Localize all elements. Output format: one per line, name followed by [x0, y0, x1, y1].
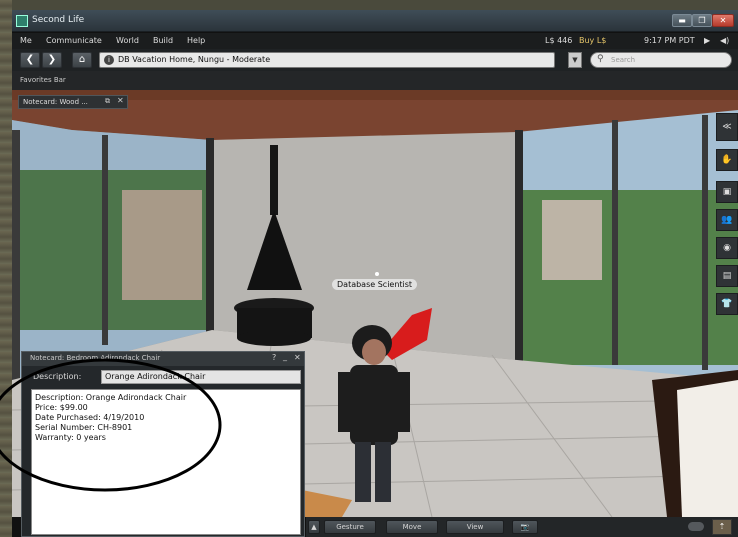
- screenshot-frame: Second Life ▬ ❐ ✕ Me Communicate World B…: [0, 0, 738, 537]
- annotation-ellipse: [0, 358, 222, 492]
